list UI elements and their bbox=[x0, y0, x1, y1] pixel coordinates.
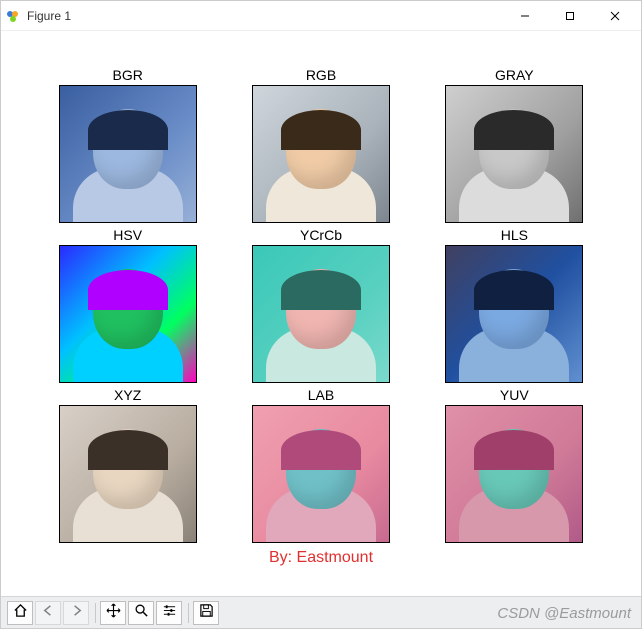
subplot-title: RGB bbox=[306, 67, 336, 83]
image-lab bbox=[252, 405, 390, 543]
forward-icon bbox=[69, 603, 84, 623]
subplot-title: YCrCb bbox=[300, 227, 342, 243]
toolbar-separator bbox=[95, 603, 96, 623]
home-button[interactable] bbox=[7, 601, 33, 625]
forward-button[interactable] bbox=[63, 601, 89, 625]
subplot-title: LAB bbox=[308, 387, 334, 403]
zoom-button[interactable] bbox=[128, 601, 154, 625]
matplotlib-toolbar bbox=[1, 596, 641, 628]
save-icon bbox=[199, 603, 214, 623]
subplot-yuv: YUV bbox=[432, 387, 597, 543]
minimize-button[interactable] bbox=[502, 1, 547, 31]
toolbar-separator bbox=[188, 603, 189, 623]
window-title: Figure 1 bbox=[27, 9, 502, 23]
home-icon bbox=[13, 603, 28, 623]
back-button[interactable] bbox=[35, 601, 61, 625]
window-buttons bbox=[502, 1, 637, 31]
pan-icon bbox=[106, 603, 121, 623]
close-button[interactable] bbox=[592, 1, 637, 31]
maximize-button[interactable] bbox=[547, 1, 592, 31]
app-icon bbox=[5, 8, 21, 24]
zoom-icon bbox=[134, 603, 149, 623]
subplot-ycrcb: YCrCb bbox=[238, 227, 403, 383]
image-hsv bbox=[59, 245, 197, 383]
subplot-hls: HLS bbox=[432, 227, 597, 383]
titlebar: Figure 1 bbox=[1, 1, 641, 31]
subplot-title: XYZ bbox=[114, 387, 141, 403]
subplot-xyz: XYZ bbox=[45, 387, 210, 543]
image-ycrcb bbox=[252, 245, 390, 383]
pan-button[interactable] bbox=[100, 601, 126, 625]
image-xyz bbox=[59, 405, 197, 543]
sliders-icon bbox=[162, 603, 177, 623]
figure-canvas[interactable]: BGR RGB GRAY HSV YCrCb HLS XYZ LAB bbox=[1, 31, 641, 596]
subplot-title: GRAY bbox=[495, 67, 534, 83]
subplot-bgr: BGR bbox=[45, 67, 210, 223]
back-icon bbox=[41, 603, 56, 623]
subplot-hsv: HSV bbox=[45, 227, 210, 383]
subplot-gray: GRAY bbox=[432, 67, 597, 223]
image-yuv bbox=[445, 405, 583, 543]
subplot-title: BGR bbox=[112, 67, 142, 83]
subplot-title: YUV bbox=[500, 387, 529, 403]
save-button[interactable] bbox=[193, 601, 219, 625]
figure-suptitle: By: Eastmount bbox=[45, 549, 597, 567]
image-gray bbox=[445, 85, 583, 223]
subplot-grid: BGR RGB GRAY HSV YCrCb HLS XYZ LAB bbox=[45, 67, 597, 537]
image-bgr bbox=[59, 85, 197, 223]
configure-button[interactable] bbox=[156, 601, 182, 625]
subplot-rgb: RGB bbox=[238, 67, 403, 223]
subplot-title: HLS bbox=[501, 227, 528, 243]
image-hls bbox=[445, 245, 583, 383]
image-rgb bbox=[252, 85, 390, 223]
subplot-lab: LAB bbox=[238, 387, 403, 543]
subplot-title: HSV bbox=[113, 227, 142, 243]
